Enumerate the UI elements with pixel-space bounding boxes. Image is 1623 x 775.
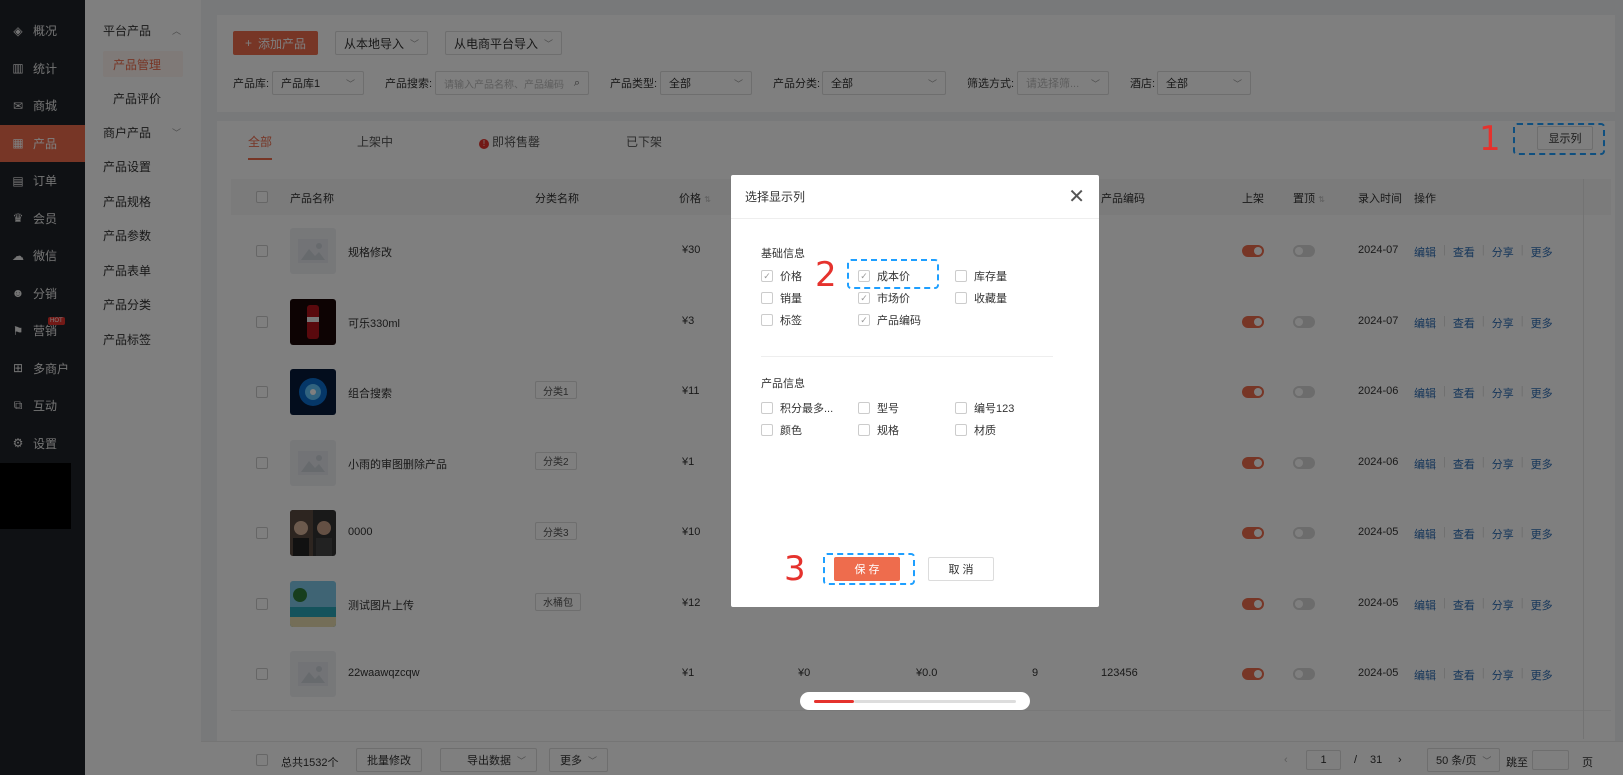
option-label: 价格 (780, 271, 802, 283)
annotation-number-1: 1 (1479, 119, 1501, 159)
column-option[interactable]: ✓ 市场价 (858, 290, 910, 306)
column-option[interactable]: 收藏量 (955, 290, 1007, 306)
save-button[interactable]: 保 存 (834, 557, 900, 581)
option-checkbox[interactable] (858, 424, 870, 436)
column-option[interactable]: 规格 (858, 422, 899, 438)
basic-info-title: 基础信息 (761, 248, 805, 260)
option-checkbox[interactable] (955, 270, 967, 282)
option-checkbox[interactable] (761, 292, 773, 304)
option-label: 产品编码 (877, 315, 921, 327)
column-option[interactable]: 标签 (761, 312, 802, 328)
option-checkbox[interactable] (761, 314, 773, 326)
option-checkbox[interactable] (761, 424, 773, 436)
column-option[interactable]: 积分最多... (761, 400, 833, 416)
cancel-button[interactable]: 取 消 (928, 557, 994, 581)
option-label: 规格 (877, 425, 899, 437)
option-label: 颜色 (780, 425, 802, 437)
product-info-title: 产品信息 (761, 378, 805, 390)
annotation-number-3: 3 (784, 549, 806, 589)
option-checkbox[interactable] (761, 402, 773, 414)
option-checkbox[interactable] (955, 402, 967, 414)
option-checkbox[interactable]: ✓ (761, 270, 773, 282)
dialog-title: 选择显示列 (745, 190, 806, 204)
column-option[interactable]: 库存量 (955, 268, 1007, 284)
column-option[interactable]: 型号 (858, 400, 899, 416)
section-divider (761, 356, 1053, 357)
option-label: 销量 (780, 293, 802, 305)
option-label: 市场价 (877, 293, 910, 305)
column-option[interactable]: 材质 (955, 422, 996, 438)
column-option[interactable]: ✓ 产品编码 (858, 312, 921, 328)
scroll-thumb[interactable] (814, 700, 854, 703)
option-checkbox[interactable]: ✓ (858, 314, 870, 326)
option-label: 型号 (877, 403, 899, 415)
option-checkbox[interactable] (955, 424, 967, 436)
option-checkbox[interactable] (955, 292, 967, 304)
option-label: 材质 (974, 425, 996, 437)
option-label: 库存量 (974, 271, 1007, 283)
column-option[interactable]: 编号123 (955, 400, 1014, 416)
close-icon[interactable]: ✕ (1068, 187, 1085, 207)
option-checkbox[interactable] (858, 402, 870, 414)
select-columns-dialog: 选择显示列 ✕ 基础信息 ✓ 价格 ✓ 成本价 库存量 销量 ✓ 市场价 收藏量 标签 ✓ 产品编码 … (731, 175, 1099, 607)
dialog-header: 选择显示列 ✕ (731, 175, 1099, 219)
horizontal-scrollbar[interactable] (800, 692, 1030, 710)
column-option[interactable]: ✓ 价格 (761, 268, 802, 284)
option-label: 积分最多... (780, 403, 834, 415)
annotation-highlight-2 (847, 259, 939, 289)
option-checkbox[interactable]: ✓ (858, 292, 870, 304)
annotation-number-2: 2 (815, 255, 837, 295)
scroll-track (854, 700, 1016, 703)
option-label: 编号123 (974, 403, 1015, 415)
option-label: 收藏量 (974, 293, 1007, 305)
column-option[interactable]: 销量 (761, 290, 802, 306)
column-option[interactable]: 颜色 (761, 422, 802, 438)
option-label: 标签 (780, 315, 802, 327)
